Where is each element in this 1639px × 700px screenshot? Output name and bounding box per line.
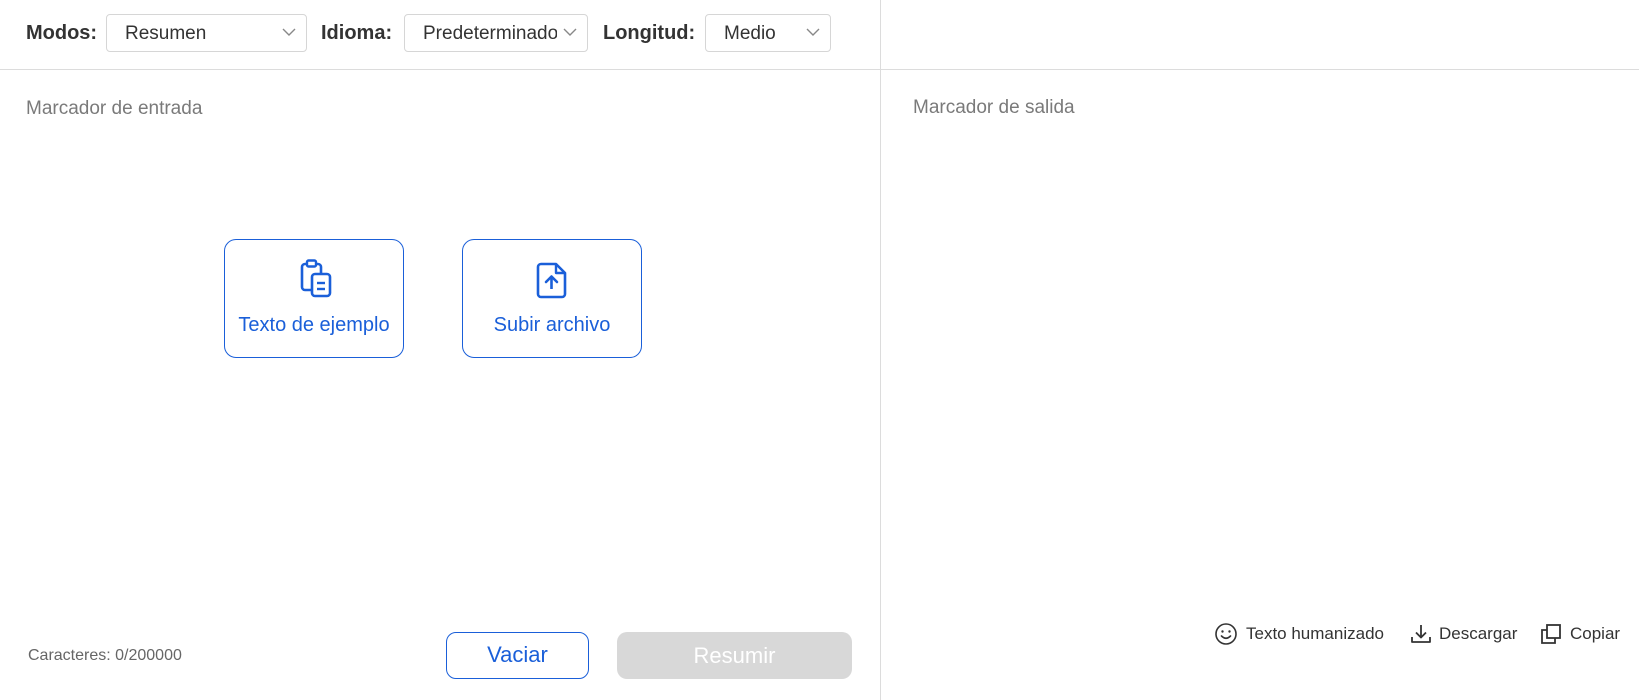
copy-button[interactable]: Copiar: [1539, 620, 1629, 648]
clear-button[interactable]: Vaciar: [446, 632, 589, 679]
input-textarea[interactable]: Marcador de entrada: [26, 98, 202, 120]
output-textarea[interactable]: Marcador de salida: [913, 97, 1075, 119]
language-label: Idioma:: [321, 22, 393, 44]
modes-label: Modos:: [26, 22, 98, 44]
length-select[interactable]: Medio: [705, 14, 831, 52]
humanize-label: Texto humanizado: [1246, 624, 1384, 643]
download-button[interactable]: Descargar: [1409, 620, 1519, 648]
sample-text-label: Texto de ejemplo: [238, 314, 390, 336]
chevron-down-icon: [557, 19, 583, 47]
length-select-value: Medio: [724, 23, 776, 44]
output-toolbar: [881, 0, 1639, 70]
modes-select[interactable]: Resumen: [106, 14, 307, 52]
chevron-down-icon: [276, 19, 302, 47]
humanize-button[interactable]: Texto humanizado: [1214, 620, 1388, 648]
language-select-value: Predeterminado: [423, 23, 559, 44]
upload-file-label: Subir archivo: [493, 314, 611, 336]
summarize-button[interactable]: Resumir: [617, 632, 852, 679]
file-upload-icon: [463, 258, 641, 300]
download-label: Descargar: [1439, 624, 1518, 643]
upload-file-button[interactable]: Subir archivo: [462, 239, 642, 358]
length-label: Longitud:: [603, 22, 696, 44]
language-select[interactable]: Predeterminado: [404, 14, 588, 52]
modes-select-value: Resumen: [125, 23, 207, 44]
char-counter: Caracteres: 0/200000: [28, 647, 182, 664]
input-pane: Modos: Resumen Idioma: Predeterminado Lo…: [0, 0, 880, 700]
output-pane: Marcador de salida Texto humanizado Desc…: [881, 0, 1639, 700]
clipboard-icon: [225, 258, 403, 300]
copy-label: Copiar: [1570, 624, 1621, 643]
chevron-down-icon: [800, 19, 826, 47]
settings-toolbar: Modos: Resumen Idioma: Predeterminado Lo…: [0, 0, 880, 70]
sample-text-button[interactable]: Texto de ejemplo: [224, 239, 404, 358]
